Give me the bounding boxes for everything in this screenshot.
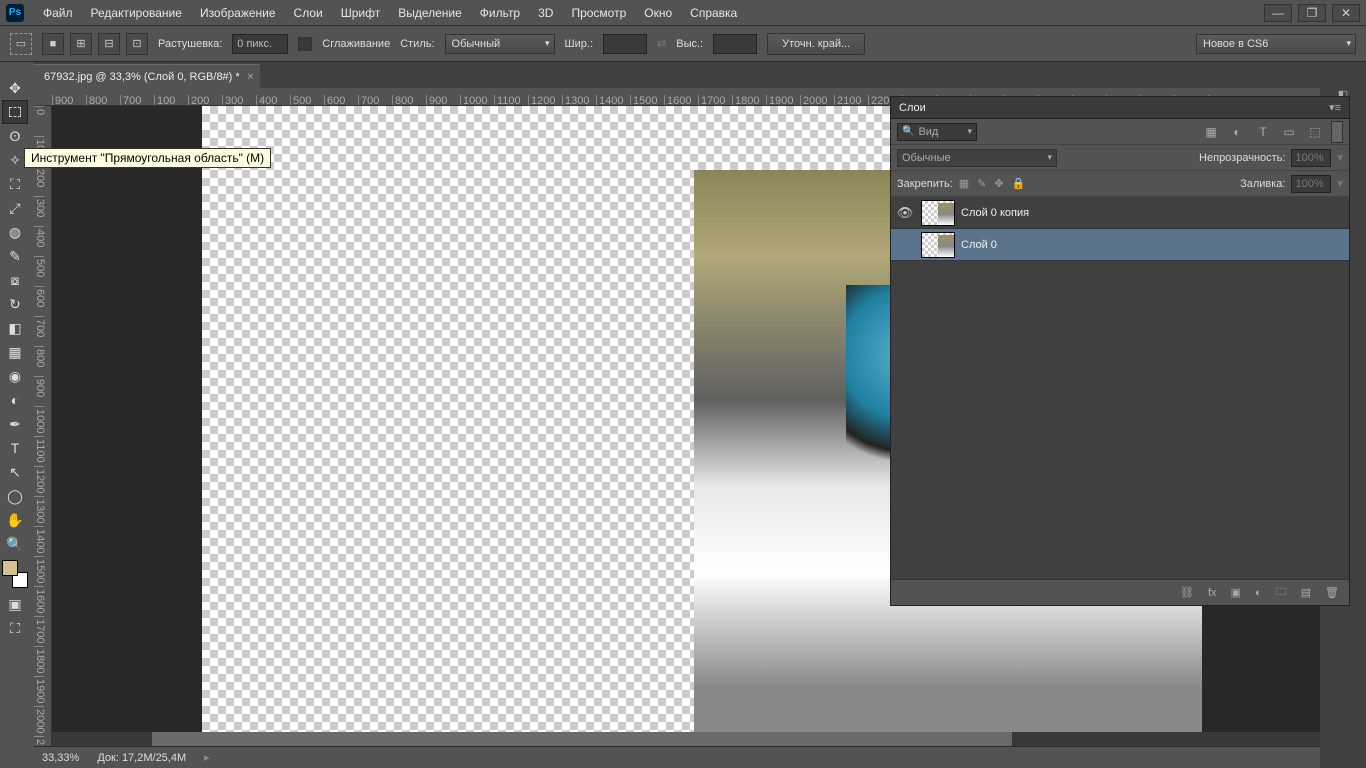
panel-menu-icon[interactable]: ▾≡ xyxy=(1329,101,1341,114)
quickmask-tool[interactable]: ▣ xyxy=(2,592,28,616)
layer-group-icon[interactable]: 🗀 xyxy=(1276,583,1287,602)
minimize-button[interactable]: — xyxy=(1264,4,1292,22)
doc-size-label: Док: 17,2M/25,4M xyxy=(97,752,186,764)
fill-input[interactable] xyxy=(1291,175,1331,193)
lock-brush-icon[interactable]: ✎ xyxy=(977,177,986,190)
color-swatches[interactable] xyxy=(2,560,28,588)
width-input[interactable] xyxy=(603,34,647,54)
foreground-color-swatch[interactable] xyxy=(2,560,18,576)
ruler-vertical: 0100200300400500600700800900100011001200… xyxy=(34,106,52,746)
opacity-input[interactable] xyxy=(1291,149,1331,167)
horizontal-scrollbar[interactable] xyxy=(52,732,1320,746)
eyedropper-tool[interactable]: ⤢ xyxy=(2,196,28,220)
blur-tool[interactable]: ◉ xyxy=(2,364,28,388)
menu-Файл[interactable]: Файл xyxy=(34,2,82,24)
gradient-tool[interactable]: ▦ xyxy=(2,340,28,364)
new-layer-icon[interactable]: ▤ xyxy=(1301,586,1311,599)
menu-3D[interactable]: 3D xyxy=(529,2,562,24)
pen-tool[interactable]: ✒ xyxy=(2,412,28,436)
antialias-label: Сглаживание xyxy=(322,38,390,50)
menu-Выделение[interactable]: Выделение xyxy=(389,2,471,24)
menu-Справка[interactable]: Справка xyxy=(681,2,746,24)
filter-image-icon[interactable]: ▦ xyxy=(1201,122,1221,142)
tooltip: Инструмент "Прямоугольная область" (M) xyxy=(24,148,271,168)
layer-name[interactable]: Слой 0 копия xyxy=(961,207,1029,219)
healing-tool[interactable]: ◍ xyxy=(2,220,28,244)
stamp-tool[interactable]: ⧇ xyxy=(2,268,28,292)
menu-Просмотр[interactable]: Просмотр xyxy=(562,2,635,24)
visibility-eye-icon[interactable] xyxy=(895,235,915,255)
marquee-tool[interactable] xyxy=(2,100,28,124)
selection-add-icon[interactable]: ⊞ xyxy=(70,33,92,55)
brush-tool[interactable]: ✎ xyxy=(2,244,28,268)
lock-position-icon[interactable]: ✥ xyxy=(994,177,1003,190)
menubar: ФайлРедактированиеИзображениеСлоиШрифтВы… xyxy=(34,2,746,24)
lock-all-icon[interactable]: 🔒 xyxy=(1012,177,1026,190)
shape-tool[interactable]: ◯ xyxy=(2,484,28,508)
height-input[interactable] xyxy=(713,34,757,54)
width-label: Шир.: xyxy=(565,38,593,50)
filter-adjust-icon[interactable]: ◐ xyxy=(1227,122,1247,142)
screenmode-tool[interactable]: ⛶ xyxy=(2,616,28,640)
filter-smart-icon[interactable]: ⬚ xyxy=(1305,122,1325,142)
antialias-checkbox[interactable] xyxy=(298,37,312,51)
eraser-tool[interactable]: ◧ xyxy=(2,316,28,340)
feather-label: Растушевка: xyxy=(158,38,222,50)
menu-Слои[interactable]: Слои xyxy=(285,2,332,24)
path-tool[interactable]: ↖ xyxy=(2,460,28,484)
layer-name[interactable]: Слой 0 xyxy=(961,239,997,251)
visibility-eye-icon[interactable]: 👁 xyxy=(895,203,915,223)
type-tool[interactable]: T xyxy=(2,436,28,460)
maximize-button[interactable]: ❐ xyxy=(1298,4,1326,22)
menu-Окно[interactable]: Окно xyxy=(635,2,681,24)
layer-filter-dropdown[interactable]: Вид xyxy=(897,123,977,141)
menu-Фильтр[interactable]: Фильтр xyxy=(471,2,529,24)
app-logo: Ps xyxy=(6,4,24,22)
filter-switch[interactable] xyxy=(1331,121,1343,143)
layer-row[interactable]: Слой 0 xyxy=(891,229,1349,261)
crop-tool[interactable]: ⛶ xyxy=(2,172,28,196)
opacity-label: Непрозрачность: xyxy=(1199,152,1285,164)
adjustment-layer-icon[interactable]: ◐ xyxy=(1255,587,1262,599)
layer-mask-icon[interactable]: ▣ xyxy=(1231,586,1241,599)
lock-pixels-icon[interactable]: ▦ xyxy=(959,177,969,190)
selection-subtract-icon[interactable]: ⊟ xyxy=(98,33,120,55)
menu-Редактирование[interactable]: Редактирование xyxy=(82,2,191,24)
blend-mode-dropdown[interactable]: Обычные xyxy=(897,149,1057,167)
dodge-tool[interactable]: ◐ xyxy=(2,388,28,412)
panel-title: Слои xyxy=(899,102,926,114)
tool-preset-icon[interactable]: ▭ xyxy=(10,33,32,55)
menu-Изображение[interactable]: Изображение xyxy=(191,2,285,24)
fill-label: Заливка: xyxy=(1240,178,1285,190)
zoom-tool[interactable]: 🔍 xyxy=(2,532,28,556)
move-tool[interactable]: ✥ xyxy=(2,76,28,100)
workspace-dropdown[interactable]: Новое в CS6 xyxy=(1196,34,1356,54)
zoom-level[interactable]: 33,33% xyxy=(42,752,79,764)
style-dropdown[interactable]: Обычный xyxy=(445,34,555,54)
feather-input[interactable] xyxy=(232,34,288,54)
lock-label: Закрепить: xyxy=(897,178,953,190)
layer-fx-icon[interactable]: fx xyxy=(1208,587,1217,599)
height-label: Выс.: xyxy=(676,38,703,50)
lasso-tool[interactable]: ʘ xyxy=(2,124,28,148)
menu-Шрифт[interactable]: Шрифт xyxy=(332,2,389,24)
close-button[interactable]: ✕ xyxy=(1332,4,1360,22)
style-label: Стиль: xyxy=(400,38,434,50)
layer-thumbnail[interactable] xyxy=(921,200,955,226)
selection-new-icon[interactable]: ■ xyxy=(42,33,64,55)
filter-type-icon[interactable]: T xyxy=(1253,122,1273,142)
refine-edge-button[interactable]: Уточн. край... xyxy=(767,33,865,55)
layers-list: 👁 Слой 0 копия Слой 0 xyxy=(891,197,1349,579)
layers-panel: Слои ▾≡ Вид ▦ ◐ T ▭ ⬚ Обычные Непрозрачн… xyxy=(890,96,1350,606)
history-brush-tool[interactable]: ↻ xyxy=(2,292,28,316)
document-tab[interactable]: 67932.jpg @ 33,3% (Слой 0, RGB/8#) * xyxy=(34,64,260,88)
delete-layer-icon[interactable]: 🗑 xyxy=(1325,586,1339,599)
filter-shape-icon[interactable]: ▭ xyxy=(1279,122,1299,142)
hand-tool[interactable]: ✋ xyxy=(2,508,28,532)
layer-thumbnail[interactable] xyxy=(921,232,955,258)
selection-intersect-icon[interactable]: ⊡ xyxy=(126,33,148,55)
link-layers-icon[interactable]: ⛓ xyxy=(1180,586,1194,599)
layer-row[interactable]: 👁 Слой 0 копия xyxy=(891,197,1349,229)
